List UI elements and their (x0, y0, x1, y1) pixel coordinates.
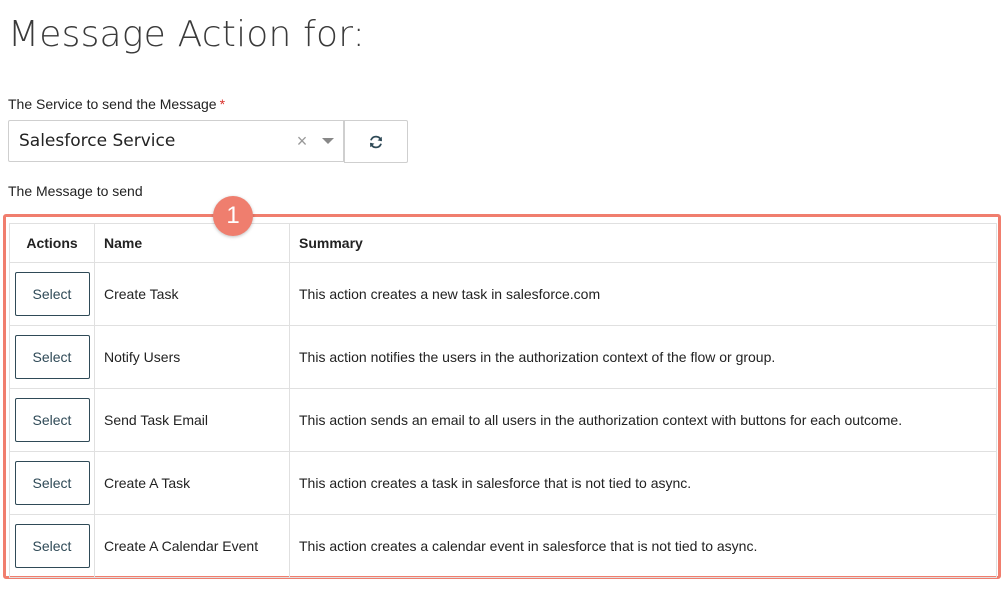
refresh-button[interactable] (344, 120, 408, 163)
table-row: Select Create A Task This action creates… (9, 451, 997, 515)
summary-cell: This action notifies the users in the au… (289, 325, 997, 389)
table-row: Select Create A Calendar Event This acti… (9, 514, 997, 578)
service-selected-value: Salesforce Service (19, 131, 176, 151)
name-cell: Create A Calendar Event (94, 514, 290, 578)
select-button[interactable]: Select (14, 272, 90, 316)
name-cell: Notify Users (94, 325, 290, 389)
service-field-label: The Service to send the Message * (8, 96, 225, 112)
service-label-text: The Service to send the Message (8, 96, 217, 112)
column-header-summary: Summary (289, 223, 997, 263)
name-cell: Send Task Email (94, 388, 290, 452)
callout-badge: 1 (213, 196, 253, 236)
message-actions-table: Actions Name Summary Select Create Task … (9, 223, 997, 578)
select-button[interactable]: Select (14, 524, 90, 568)
select-button[interactable]: Select (14, 335, 90, 379)
actions-cell: Select (9, 514, 95, 578)
table-row: Select Send Task Email This action sends… (9, 388, 997, 452)
select-button[interactable]: Select (14, 461, 90, 505)
select-button[interactable]: Select (14, 398, 90, 442)
actions-cell: Select (9, 325, 95, 389)
close-icon[interactable]: × (291, 131, 313, 152)
column-header-name: Name (94, 223, 290, 263)
actions-cell: Select (9, 388, 95, 452)
name-cell: Create A Task (94, 451, 290, 515)
refresh-icon (370, 135, 382, 148)
summary-cell: This action creates a task in salesforce… (289, 451, 997, 515)
summary-cell: This action creates a new task in salesf… (289, 262, 997, 326)
table-header-row: Actions Name Summary (9, 223, 997, 263)
column-header-actions: Actions (9, 223, 95, 263)
actions-cell: Select (9, 451, 95, 515)
service-select[interactable]: Salesforce Service × (8, 120, 344, 162)
summary-cell: This action sends an email to all users … (289, 388, 997, 452)
actions-cell: Select (9, 262, 95, 326)
table-row: Select Notify Users This action notifies… (9, 325, 997, 389)
summary-cell: This action creates a calendar event in … (289, 514, 997, 578)
required-marker: * (219, 96, 226, 112)
message-field-label: The Message to send (8, 183, 143, 199)
table-row: Select Create Task This action creates a… (9, 262, 997, 326)
name-cell: Create Task (94, 262, 290, 326)
chevron-down-icon[interactable] (313, 121, 343, 161)
page-title: Message Action for: (8, 14, 365, 55)
